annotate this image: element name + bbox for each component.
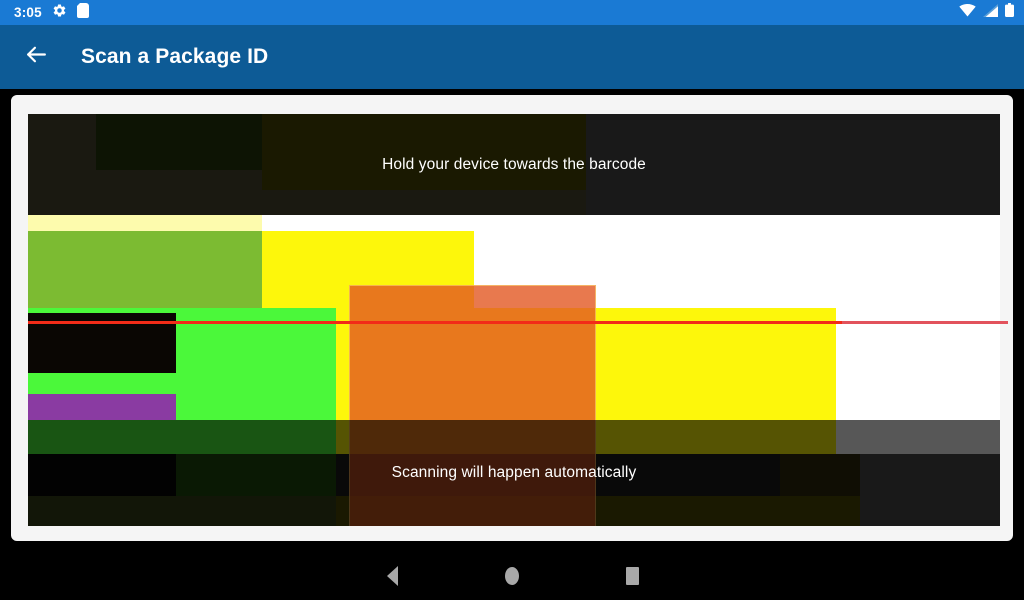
nav-back-button[interactable] — [332, 552, 452, 600]
nav-home-button[interactable] — [452, 552, 572, 600]
gear-icon — [52, 3, 67, 23]
bottom-overlay: Scanning will happen automatically — [28, 420, 1000, 526]
sd-card-icon — [76, 2, 89, 23]
wifi-icon — [959, 3, 976, 22]
scan-line — [28, 321, 1008, 324]
scanner-card: Hold your device towards the barcode Sca… — [8, 92, 1016, 544]
camera-color-block — [650, 231, 1000, 308]
scan-line-core — [28, 321, 842, 324]
circle-home-icon — [505, 567, 519, 585]
camera-color-block — [28, 373, 176, 394]
status-bar: 3:05 — [0, 0, 1024, 25]
bottom-instruction-text: Scanning will happen automatically — [391, 464, 637, 481]
nav-recents-button[interactable] — [572, 552, 692, 600]
square-recents-icon — [625, 567, 639, 585]
page-title: Scan a Package ID — [81, 45, 269, 68]
camera-color-block — [262, 215, 1000, 231]
camera-color-block — [96, 231, 262, 308]
status-bar-left: 3:05 — [14, 2, 89, 23]
navigation-bar — [0, 552, 1024, 600]
status-bar-right — [959, 3, 1014, 22]
status-bar-clock: 3:05 — [14, 5, 42, 20]
top-instruction-text: Hold your device towards the barcode — [382, 155, 646, 173]
camera-color-block — [96, 215, 262, 231]
arrow-left-icon — [24, 42, 49, 72]
top-overlay: Hold your device towards the barcode — [28, 114, 1000, 215]
cellular-signal-icon — [983, 3, 998, 22]
back-button[interactable] — [8, 29, 64, 85]
camera-color-block — [28, 343, 176, 373]
camera-color-block — [28, 313, 176, 343]
app-bar: Scan a Package ID — [0, 25, 1024, 89]
triangle-back-icon — [386, 566, 398, 586]
camera-preview[interactable]: Hold your device towards the barcode Sca… — [28, 114, 1000, 526]
battery-icon — [1005, 3, 1014, 22]
